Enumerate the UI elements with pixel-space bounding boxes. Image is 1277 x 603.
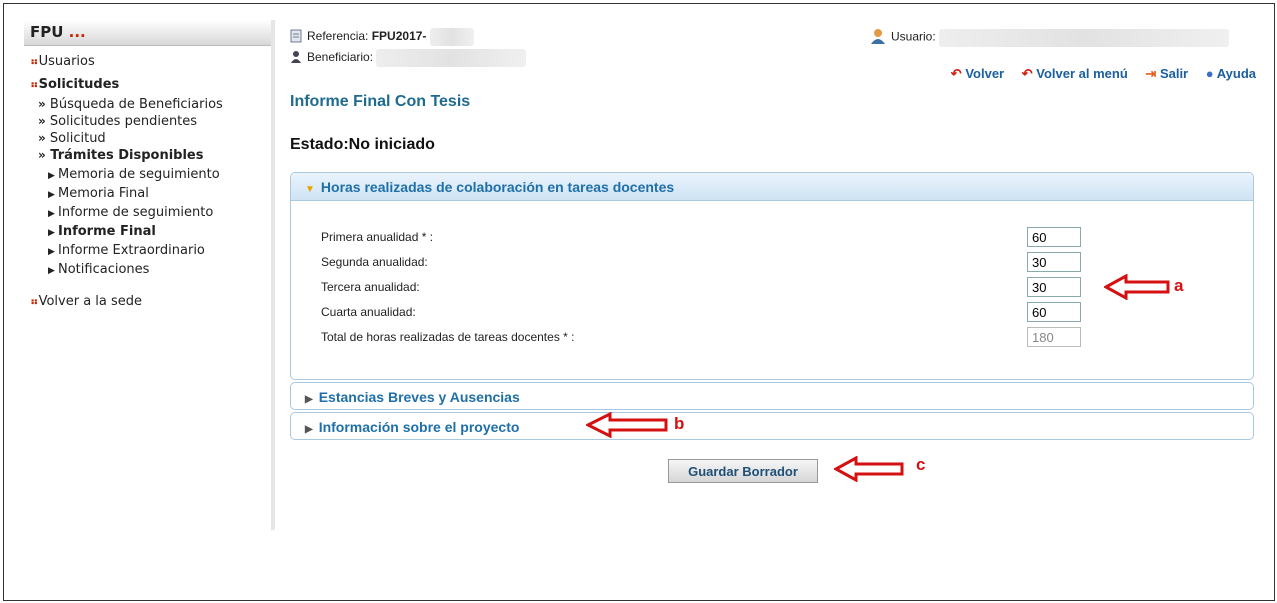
sidebar-item-label: Memoria Final bbox=[58, 186, 149, 201]
double-chevron-icon: » bbox=[38, 97, 46, 111]
panel-title: Información sobre el proyecto bbox=[318, 419, 520, 435]
annotation-label-a: a bbox=[1174, 276, 1184, 295]
sidebar-item-label: Solicitudes pendientes bbox=[49, 114, 198, 129]
panel-informacion-header[interactable]: ▶ Información sobre el proyecto bbox=[291, 413, 1253, 441]
sidebar-item-memoria-final[interactable]: ▶ Memoria Final bbox=[48, 185, 271, 204]
total-horas-input bbox=[1027, 327, 1081, 347]
total-label: Total de horas realizadas de tareas doce… bbox=[321, 330, 575, 344]
sidebar-item-informe-seguimiento[interactable]: ▶ Informe de seguimiento bbox=[48, 204, 271, 223]
double-chevron-icon: » bbox=[38, 114, 46, 128]
triangle-right-icon: ▶ bbox=[48, 209, 55, 219]
redacted-block bbox=[429, 28, 474, 46]
triangle-right-icon: ▶ bbox=[48, 190, 55, 200]
sidebar-item-label: Solicitud bbox=[49, 131, 106, 146]
reference-row: Referencia: FPU2017- Beneficiario: bbox=[290, 28, 527, 67]
sidebar-item-label: Notificaciones bbox=[58, 262, 150, 277]
triangle-right-icon: ▶ bbox=[48, 228, 55, 238]
annotation-label-c: c bbox=[916, 455, 926, 474]
redacted-block bbox=[939, 28, 1230, 47]
beneficiario-label: Beneficiario: bbox=[307, 50, 374, 65]
sidebar-item-solicitudes[interactable]: ⠶Solicitudes bbox=[30, 77, 271, 92]
document-icon bbox=[290, 29, 302, 46]
sidebar-item-label: Usuarios bbox=[38, 54, 95, 69]
panel-estancias[interactable]: ▶ Estancias Breves y Ausencias bbox=[290, 382, 1254, 410]
ayuda-link[interactable]: ● Ayuda bbox=[1206, 66, 1256, 81]
volver-link[interactable]: ↶ Volver bbox=[951, 66, 1004, 81]
top-links: ↶ Volver ↶ Volver al menú ⇥ Salir ● Ayud… bbox=[937, 66, 1256, 82]
sidebar-item-label: Solicitudes bbox=[38, 77, 120, 92]
link-label: Volver al menú bbox=[1036, 66, 1128, 81]
sidebar-item-tramites[interactable]: » Trámites Disponibles bbox=[38, 147, 271, 164]
sidebar: FPU ... ⠶Usuarios ⠶Solicitudes » Búsqued… bbox=[24, 20, 275, 530]
annotation-arrow-c bbox=[834, 456, 904, 482]
link-label: Volver bbox=[965, 66, 1005, 81]
link-label: Ayuda bbox=[1216, 66, 1256, 81]
annotation-arrow-b bbox=[586, 412, 668, 438]
sidebar-item-usuarios[interactable]: ⠶Usuarios bbox=[30, 54, 271, 69]
annotation-label-b: b bbox=[674, 414, 685, 433]
redacted-block bbox=[376, 49, 527, 67]
app-dots: ... bbox=[68, 23, 86, 41]
estado-label: Estado:No iniciado bbox=[290, 136, 435, 153]
sidebar-item-label: Informe de seguimiento bbox=[58, 205, 214, 220]
sidebar-item-label: Memoria de seguimiento bbox=[58, 167, 220, 182]
panel-informacion[interactable]: ▶ Información sobre el proyecto bbox=[290, 412, 1254, 440]
back-arrow-icon: ↶ bbox=[950, 66, 962, 81]
sidebar-item-label: Informe Extraordinario bbox=[58, 243, 205, 258]
triangle-right-icon: ▶ bbox=[48, 266, 55, 276]
sidebar-item-solicitud[interactable]: » Solicitud bbox=[38, 130, 271, 147]
sidebar-item-memoria-seguimiento[interactable]: ▶ Memoria de seguimiento bbox=[48, 166, 271, 185]
link-label: Salir bbox=[1159, 66, 1189, 81]
bullet-icon: ⠶ bbox=[30, 55, 39, 68]
caret-down-icon: ▼ bbox=[305, 184, 315, 195]
tercera-label: Tercera anualidad: bbox=[321, 280, 420, 294]
volver-menu-link[interactable]: ↶ Volver al menú bbox=[1022, 66, 1128, 81]
caret-right-icon: ▶ bbox=[305, 394, 313, 405]
usuario-row: Usuario: bbox=[870, 28, 1230, 47]
info-icon: ● bbox=[1205, 66, 1214, 81]
cuarta-label: Cuarta anualidad: bbox=[321, 305, 416, 319]
guardar-borrador-button[interactable]: Guardar Borrador bbox=[668, 459, 818, 483]
app-title: FPU bbox=[30, 23, 64, 41]
sidebar-item-pendientes[interactable]: » Solicitudes pendientes bbox=[38, 113, 271, 130]
usuario-label: Usuario: bbox=[891, 29, 936, 44]
sidebar-item-label: Volver a la sede bbox=[38, 294, 143, 309]
triangle-right-icon: ▶ bbox=[48, 247, 55, 257]
panel-horas-header[interactable]: ▼ Horas realizadas de colaboración en tar… bbox=[291, 173, 1253, 201]
sidebar-item-busqueda[interactable]: » Búsqueda de Beneficiarios bbox=[38, 96, 271, 113]
panel-estancias-header[interactable]: ▶ Estancias Breves y Ausencias bbox=[291, 383, 1253, 411]
panel-title: Horas realizadas de colaboración en tare… bbox=[320, 179, 675, 195]
sidebar-item-notificaciones[interactable]: ▶ Notificaciones bbox=[48, 261, 271, 280]
segunda-label: Segunda anualidad: bbox=[321, 255, 428, 269]
caret-right-icon: ▶ bbox=[305, 424, 313, 435]
cuarta-anualidad-input[interactable] bbox=[1027, 302, 1081, 322]
logout-icon: ⇥ bbox=[1145, 66, 1157, 81]
triangle-right-icon: ▶ bbox=[48, 171, 55, 181]
referencia-value: FPU2017- bbox=[371, 29, 427, 44]
sidebar-item-informe-extraordinario[interactable]: ▶ Informe Extraordinario bbox=[48, 242, 271, 261]
back-arrow-icon: ↶ bbox=[1021, 66, 1033, 81]
sidebar-item-label: Trámites Disponibles bbox=[50, 148, 204, 163]
tercera-anualidad-input[interactable] bbox=[1027, 277, 1081, 297]
double-chevron-icon: » bbox=[38, 148, 46, 162]
annotation-arrow-a bbox=[1104, 274, 1170, 300]
person-icon bbox=[290, 50, 302, 67]
salir-link[interactable]: ⇥ Salir bbox=[1145, 66, 1188, 81]
bullet-icon: ⠶ bbox=[30, 295, 39, 308]
user-icon bbox=[870, 28, 886, 47]
double-chevron-icon: » bbox=[38, 131, 46, 145]
sidebar-item-volver-sede[interactable]: ⠶Volver a la sede bbox=[30, 294, 271, 309]
primera-label: Primera anualidad * : bbox=[321, 230, 434, 244]
panel-title: Estancias Breves y Ausencias bbox=[318, 389, 520, 405]
primera-anualidad-input[interactable] bbox=[1027, 227, 1081, 247]
bullet-icon: ⠶ bbox=[30, 78, 39, 91]
sidebar-item-label: Informe Final bbox=[58, 224, 156, 239]
sidebar-item-informe-final[interactable]: ▶ Informe Final bbox=[48, 223, 271, 242]
page-title: Informe Final Con Tesis bbox=[290, 93, 471, 110]
sidebar-header: FPU ... bbox=[24, 20, 271, 46]
segunda-anualidad-input[interactable] bbox=[1027, 252, 1081, 272]
referencia-label: Referencia: bbox=[307, 29, 369, 44]
sidebar-item-label: Búsqueda de Beneficiarios bbox=[49, 97, 223, 112]
